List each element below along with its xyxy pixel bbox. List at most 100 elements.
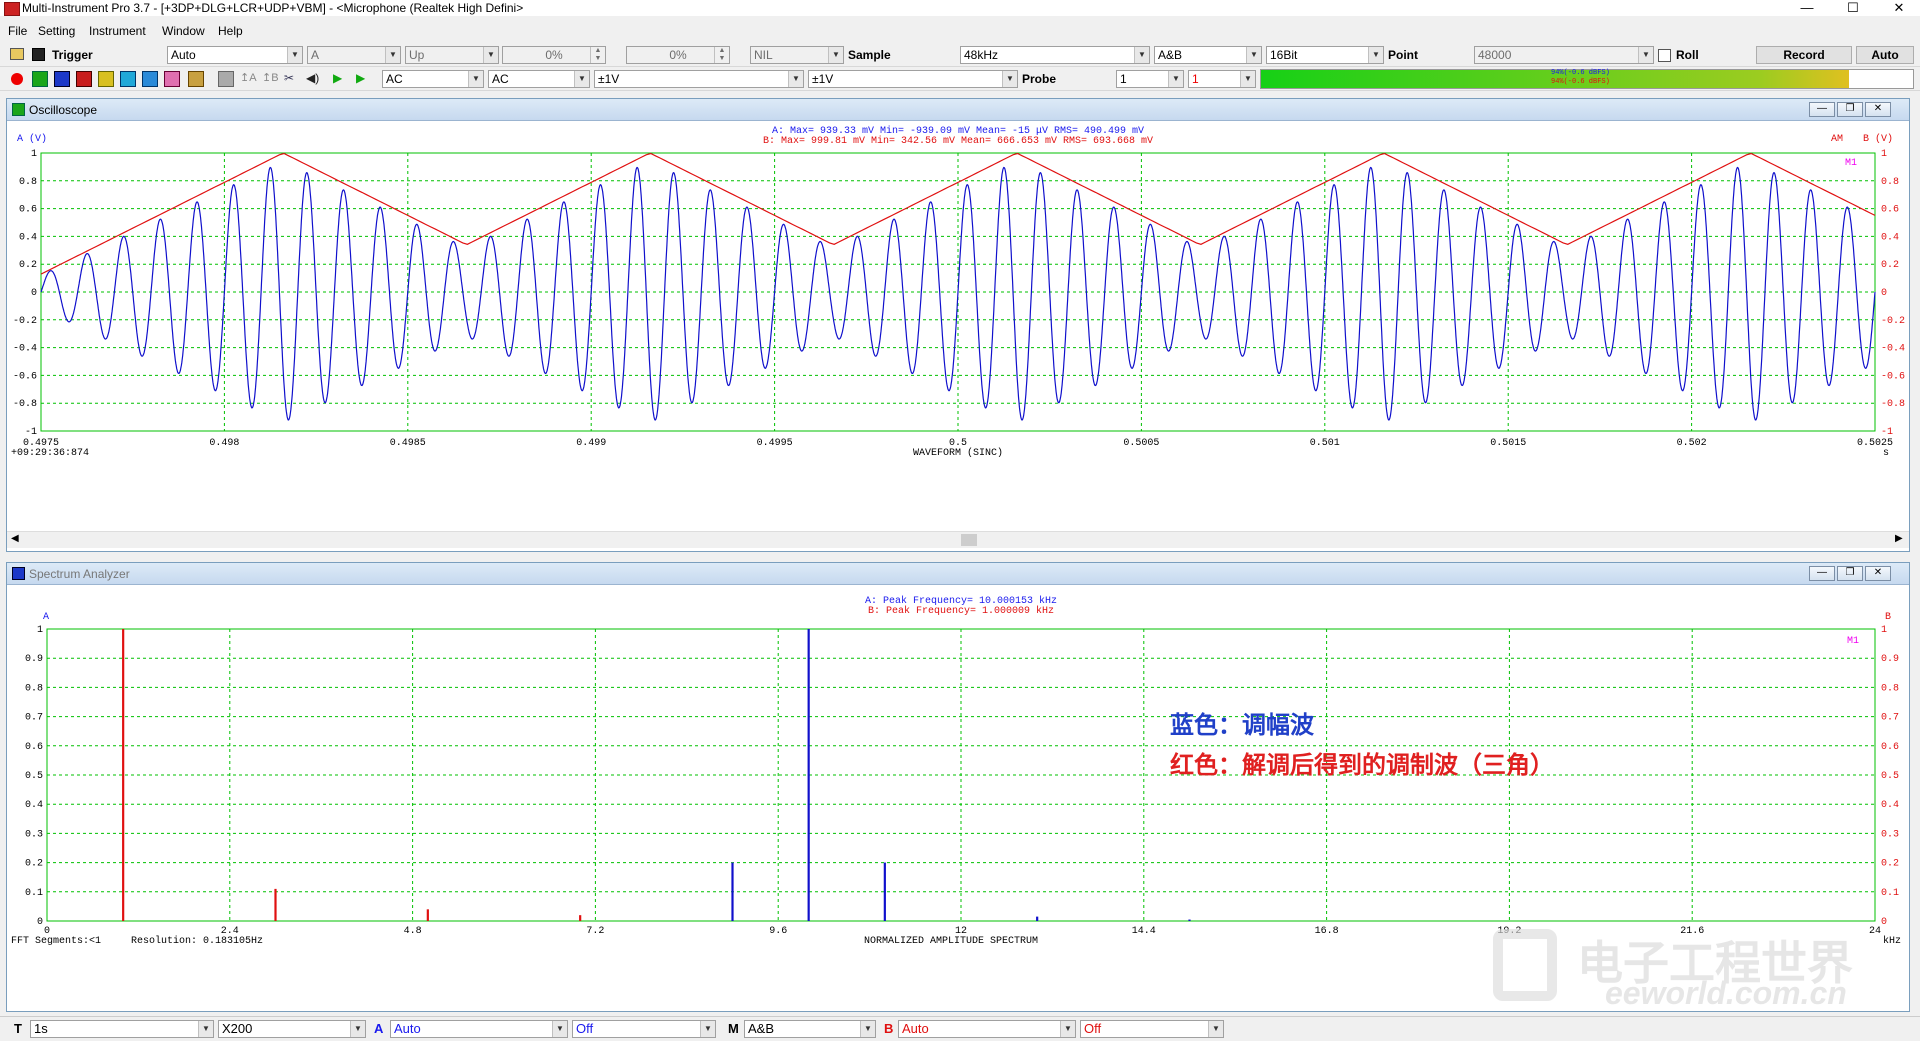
- menu-help[interactable]: Help: [218, 24, 243, 38]
- menu-file[interactable]: File: [8, 24, 27, 38]
- channel-a-scale-select[interactable]: Auto ▼: [390, 1020, 568, 1038]
- chevron-down-icon: ▼: [828, 47, 843, 63]
- spec-x-tick: 7.2: [586, 926, 604, 937]
- chevron-down-icon: ▼: [483, 47, 498, 63]
- osc-stats-b: B: Max= 999.81 mV Min= 342.56 mV Mean= 6…: [763, 135, 1153, 147]
- bits-select[interactable]: 16Bit ▼: [1266, 46, 1384, 64]
- scroll-right-icon[interactable]: ▶: [1895, 533, 1903, 544]
- panel-restore-button[interactable]: ❐: [1837, 566, 1863, 581]
- oscilloscope-icon[interactable]: [32, 71, 48, 87]
- play-once-icon[interactable]: ▶: [356, 71, 372, 87]
- tools-icon[interactable]: ✂: [284, 71, 300, 87]
- roll-checkbox[interactable]: [1658, 49, 1671, 62]
- channel-b-scale-select[interactable]: Auto ▼: [898, 1020, 1076, 1038]
- play-icon[interactable]: ▶: [333, 71, 349, 87]
- osc-y-tick-right: -0.2: [1881, 316, 1905, 327]
- menu-window[interactable]: Window: [162, 24, 205, 38]
- trigger-mode-select[interactable]: Auto ▼: [167, 46, 303, 64]
- level-a-text: 94%(-0.6 dBFS): [1551, 69, 1610, 77]
- time-label: T: [14, 1021, 22, 1036]
- spec-y-tick-left: 0.2: [25, 859, 43, 870]
- panel-minimize-button[interactable]: —: [1809, 102, 1835, 117]
- printer-icon[interactable]: [218, 71, 234, 87]
- auto-button[interactable]: Auto: [1856, 46, 1914, 64]
- scroll-left-icon[interactable]: ◀: [11, 533, 19, 544]
- record-dot-icon[interactable]: [11, 73, 23, 85]
- save-disk-icon[interactable]: [32, 48, 45, 61]
- open-folder-icon[interactable]: [10, 48, 24, 60]
- phase-icon[interactable]: [120, 71, 136, 87]
- osc-right-tag: AM: [1831, 134, 1843, 145]
- spec-x-tick: 14.4: [1132, 926, 1156, 937]
- spectrogram-icon[interactable]: [76, 71, 92, 87]
- point-label: Point: [1388, 48, 1418, 62]
- trigger-edge-select[interactable]: Up ▼: [405, 46, 499, 64]
- chevron-down-icon: ▼: [1368, 47, 1383, 63]
- chevron-down-icon: ▼: [198, 1021, 213, 1037]
- trigger-level-stepper[interactable]: 0% ▲ ▼: [502, 46, 606, 64]
- panel-close-button[interactable]: ✕: [1865, 566, 1891, 581]
- panel-minimize-button[interactable]: —: [1809, 566, 1835, 581]
- time-base-select[interactable]: 1s ▼: [30, 1020, 214, 1038]
- window-title: Multi-Instrument Pro 3.7 - [+3DP+DLG+LCR…: [22, 1, 524, 15]
- nil-select[interactable]: NIL ▼: [750, 46, 844, 64]
- oscilloscope-plot[interactable]: 1 1 0.8 0.8 0.6 0.6 0.4 0.4 0.2 0.2 0 0 -0.2 -0.2 -0.4…: [7, 121, 1909, 535]
- osc-timestamp: +09:29:36:874: [11, 448, 89, 459]
- math-select[interactable]: A&B ▼: [744, 1020, 876, 1038]
- oscilloscope-horizontal-scrollbar[interactable]: ◀ ▶: [7, 531, 1909, 548]
- annotation-blue: 蓝色：调幅波: [1170, 712, 1314, 739]
- generator-icon[interactable]: [164, 71, 180, 87]
- spec-y-tick-left: 0.6: [25, 742, 43, 753]
- spec-bottom-label: NORMALIZED AMPLITUDE SPECTRUM: [864, 936, 1038, 947]
- spectrum-title: Spectrum Analyzer: [29, 567, 130, 581]
- dds-icon[interactable]: [142, 71, 158, 87]
- osc-axis-left: A (V): [17, 133, 47, 145]
- points-select[interactable]: 48000 ▼: [1474, 46, 1654, 64]
- watermark: 电子工程世界 eeworld.com.cn: [1485, 923, 1909, 1011]
- speaker-icon[interactable]: ◀): [306, 71, 322, 87]
- coupling-a-select[interactable]: AC ▼: [382, 70, 484, 88]
- scroll-thumb[interactable]: [961, 534, 977, 546]
- chevron-down-icon: ▼: [350, 1021, 365, 1037]
- range-a-select[interactable]: ±1V ▼: [594, 70, 804, 88]
- spectrum-icon[interactable]: [54, 71, 70, 87]
- osc-axis-right: B (V): [1863, 133, 1893, 145]
- panel-restore-button[interactable]: ❐: [1837, 102, 1863, 117]
- calibration-icon[interactable]: [188, 71, 204, 87]
- osc-x-unit: s: [1883, 448, 1889, 459]
- channel-b-icon[interactable]: ↥B: [262, 71, 279, 87]
- osc-y-tick-left: 0.4: [19, 232, 37, 243]
- coupling-b-select[interactable]: AC ▼: [488, 70, 590, 88]
- maximize-button[interactable]: ☐: [1830, 0, 1876, 16]
- spec-y-tick-left: 0.4: [25, 800, 43, 811]
- channel-a-icon[interactable]: ↥A: [240, 71, 257, 87]
- spec-fft-segments: FFT Segments:<1: [11, 936, 101, 947]
- sample-rate-select[interactable]: 48kHz ▼: [960, 46, 1150, 64]
- range-b-select[interactable]: ±1V ▼: [808, 70, 1018, 88]
- record-button[interactable]: Record: [1756, 46, 1852, 64]
- stepper-arrows-icon[interactable]: ▲ ▼: [590, 47, 605, 63]
- zoom-select[interactable]: X200 ▼: [218, 1020, 366, 1038]
- osc-y-tick-right: 0.6: [1881, 205, 1899, 216]
- channel-b-offset-select[interactable]: Off ▼: [1080, 1020, 1224, 1038]
- trigger-channel-select[interactable]: A ▼: [307, 46, 401, 64]
- probe-b-select[interactable]: 1 ▼: [1188, 70, 1256, 88]
- spec-y-tick-left: 0: [37, 917, 43, 928]
- trigger-delay-stepper[interactable]: 0% ▲ ▼: [626, 46, 730, 64]
- stepper-arrows-icon[interactable]: ▲ ▼: [714, 47, 729, 63]
- panel-close-button[interactable]: ✕: [1865, 102, 1891, 117]
- osc-y-tick-left: 1: [31, 149, 37, 160]
- meter-icon[interactable]: [98, 71, 114, 87]
- chevron-down-icon: ▼: [574, 71, 589, 87]
- spec-peak-b: B: Peak Frequency= 1.000009 kHz: [868, 605, 1054, 617]
- menu-instrument[interactable]: Instrument: [89, 24, 146, 38]
- minimize-button[interactable]: —: [1784, 0, 1830, 16]
- osc-x-tick: 0.5005: [1123, 438, 1159, 449]
- probe-a-select[interactable]: 1 ▼: [1116, 70, 1184, 88]
- menu-setting[interactable]: Setting: [38, 24, 75, 38]
- close-button[interactable]: ✕: [1876, 0, 1920, 16]
- channels-select[interactable]: A&B ▼: [1154, 46, 1262, 64]
- chevron-down-icon: ▼: [860, 1021, 875, 1037]
- channel-a-offset-select[interactable]: Off ▼: [572, 1020, 716, 1038]
- watermark-line2: eeworld.com.cn: [1605, 975, 1847, 1011]
